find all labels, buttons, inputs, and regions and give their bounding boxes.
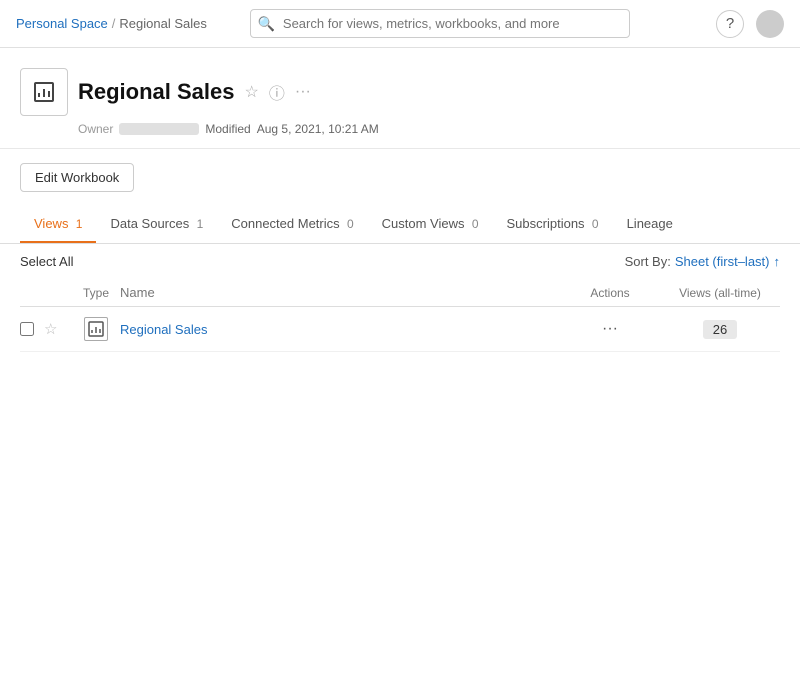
modified-date: Aug 5, 2021, 10:21 AM (257, 122, 379, 136)
tab-connected-metrics[interactable]: Connected Metrics 0 (217, 206, 367, 243)
row-actions-button[interactable]: ··· (596, 318, 624, 340)
tab-data-sources[interactable]: Data Sources 1 (96, 206, 217, 243)
breadcrumb: Personal Space / Regional Sales (16, 16, 207, 31)
breadcrumb-personal-space[interactable]: Personal Space (16, 16, 108, 31)
workbook-title: Regional Sales (78, 79, 235, 105)
row-views: 26 (660, 320, 780, 339)
workbook-info-icon[interactable]: ⓘ (269, 80, 285, 104)
tab-subscriptions-count: 0 (589, 217, 599, 231)
header-name-col: Name (120, 285, 560, 300)
sort-by-label: Sort By: (625, 254, 671, 269)
tabs: Views 1 Data Sources 1 Connected Metrics… (0, 206, 800, 244)
row-views-badge: 26 (703, 320, 737, 339)
row-checkbox-input[interactable] (20, 322, 34, 336)
workbook-title-row: Regional Sales ☆ ⓘ ··· (20, 68, 780, 116)
workbook-icon (20, 68, 68, 116)
search-bar: 🔍 (250, 9, 630, 38)
tab-custom-views-label: Custom Views (382, 216, 465, 231)
row-name[interactable]: Regional Sales (120, 322, 560, 337)
tab-subscriptions-label: Subscriptions (507, 216, 585, 231)
row-star-icon[interactable]: ☆ (44, 320, 57, 338)
owner-name-placeholder (119, 123, 199, 135)
workbook-more-icon[interactable]: ··· (295, 83, 311, 101)
breadcrumb-current: Regional Sales (119, 16, 206, 31)
row-name-link[interactable]: Regional Sales (120, 322, 207, 337)
workbook-header: Regional Sales ☆ ⓘ ··· Owner Modified Au… (0, 48, 800, 149)
select-all-button[interactable]: Select All (20, 254, 73, 269)
row-type (72, 317, 120, 341)
header-views-col: Views (all-time) (660, 286, 780, 300)
tab-connected-metrics-label: Connected Metrics (231, 216, 339, 231)
tab-lineage-label: Lineage (627, 216, 673, 231)
table-controls: Select All Sort By: Sheet (first–last) ↑ (0, 244, 800, 279)
top-bar-actions: ? (716, 10, 784, 38)
header-type-col: Type (72, 286, 120, 300)
edit-workbook-button[interactable]: Edit Workbook (20, 163, 134, 192)
row-star[interactable]: ☆ (44, 320, 72, 338)
tab-subscriptions[interactable]: Subscriptions 0 (493, 206, 613, 243)
sort-arrow-icon[interactable]: ↑ (774, 254, 781, 269)
tab-views-count: 1 (72, 217, 82, 231)
tab-connected-metrics-count: 0 (344, 217, 354, 231)
workbook-star-icon[interactable]: ☆ (245, 82, 259, 102)
tab-data-sources-label: Data Sources (110, 216, 189, 231)
sort-value[interactable]: Sheet (first–last) (675, 254, 770, 269)
search-icon: 🔍 (258, 15, 275, 32)
row-checkbox[interactable] (20, 322, 44, 336)
tab-custom-views-count: 0 (469, 217, 479, 231)
row-type-icon (84, 317, 108, 341)
owner-label: Owner (78, 122, 113, 136)
tab-lineage[interactable]: Lineage (613, 206, 687, 243)
header-actions-col: Actions (560, 286, 660, 300)
top-bar: Personal Space / Regional Sales 🔍 ? (0, 0, 800, 48)
table-row: ☆ Regional Sales ··· 26 (20, 307, 780, 352)
avatar[interactable] (756, 10, 784, 38)
table-container: Type Name Actions Views (all-time) ☆ Reg… (0, 279, 800, 352)
search-input[interactable] (250, 9, 630, 38)
edit-btn-wrap: Edit Workbook (0, 149, 800, 192)
tab-views[interactable]: Views 1 (20, 206, 96, 243)
sort-by: Sort By: Sheet (first–last) ↑ (625, 254, 780, 269)
tab-views-label: Views (34, 216, 68, 231)
tab-data-sources-count: 1 (193, 217, 203, 231)
tab-custom-views[interactable]: Custom Views 0 (368, 206, 493, 243)
workbook-meta: Owner Modified Aug 5, 2021, 10:21 AM (78, 122, 780, 136)
modified-label: Modified (205, 122, 250, 136)
help-button[interactable]: ? (716, 10, 744, 38)
table-header: Type Name Actions Views (all-time) (20, 279, 780, 307)
row-actions[interactable]: ··· (560, 318, 660, 340)
breadcrumb-separator: / (112, 16, 116, 31)
